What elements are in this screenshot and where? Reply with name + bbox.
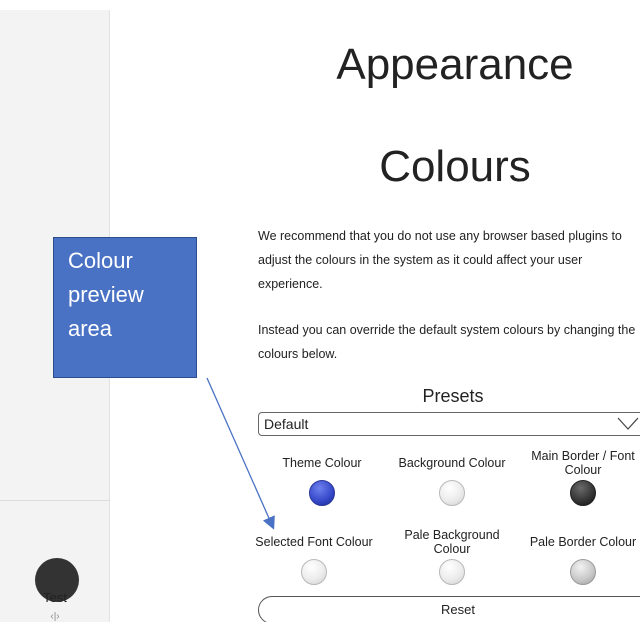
reset-button[interactable]: Reset bbox=[258, 596, 640, 622]
swatch-label: Main Border / Font Colour bbox=[531, 449, 635, 477]
description-line: Instead you can override the default sys… bbox=[258, 323, 636, 337]
sidebar-user-name[interactable]: Test bbox=[0, 590, 110, 605]
chevron-down-icon[interactable] bbox=[616, 413, 640, 433]
presets-selected-value: Default bbox=[264, 416, 309, 432]
sidebar-divider bbox=[0, 500, 110, 501]
swatch-pale-background-colour: Pale Background Colour bbox=[387, 527, 517, 585]
swatch-pale-border-colour: Pale Border Colour bbox=[518, 527, 640, 585]
page-title: Appearance bbox=[336, 40, 574, 89]
presets-label: Presets bbox=[422, 386, 484, 406]
background-colour-swatch[interactable] bbox=[439, 480, 465, 506]
description-recommend: We recommend that you do not use any bro… bbox=[258, 224, 640, 296]
description-line: We recommend that you do not use any bro… bbox=[258, 229, 622, 243]
description-override: Instead you can override the default sys… bbox=[258, 318, 640, 366]
swatch-label: Background Colour bbox=[398, 456, 506, 470]
main-border-font-colour-swatch[interactable] bbox=[570, 480, 596, 506]
swatch-selected-font-colour: Selected Font Colour bbox=[249, 527, 379, 585]
selected-font-colour-swatch[interactable] bbox=[301, 559, 327, 585]
swatch-label: Selected Font Colour bbox=[255, 535, 373, 549]
description-line: adjust the colours in the system as it c… bbox=[258, 253, 583, 267]
swatch-label: Pale Border Colour bbox=[529, 535, 637, 549]
pale-background-colour-swatch[interactable] bbox=[439, 559, 465, 585]
swatch-main-border-font-colour: Main Border / Font Colour bbox=[518, 448, 640, 506]
swatch-label: Pale Background Colour bbox=[404, 528, 500, 556]
annotation-line: preview bbox=[68, 282, 144, 307]
annotation-line: Colour bbox=[68, 248, 133, 273]
swatch-theme-colour: Theme Colour bbox=[257, 448, 387, 506]
theme-colour-swatch[interactable] bbox=[309, 480, 335, 506]
section-title: Colours bbox=[379, 142, 531, 191]
description-line: experience. bbox=[258, 277, 323, 291]
annotation-callout: Colour preview area bbox=[53, 237, 197, 378]
swatch-background-colour: Background Colour bbox=[387, 448, 517, 506]
sidebar-collapse-handle[interactable]: ‹|› bbox=[0, 612, 110, 622]
swatch-label: Theme Colour bbox=[282, 456, 362, 470]
description-line: colours below. bbox=[258, 347, 338, 361]
annotation-line: area bbox=[68, 316, 113, 341]
presets-dropdown[interactable]: Default bbox=[258, 412, 640, 436]
pale-border-colour-swatch[interactable] bbox=[570, 559, 596, 585]
